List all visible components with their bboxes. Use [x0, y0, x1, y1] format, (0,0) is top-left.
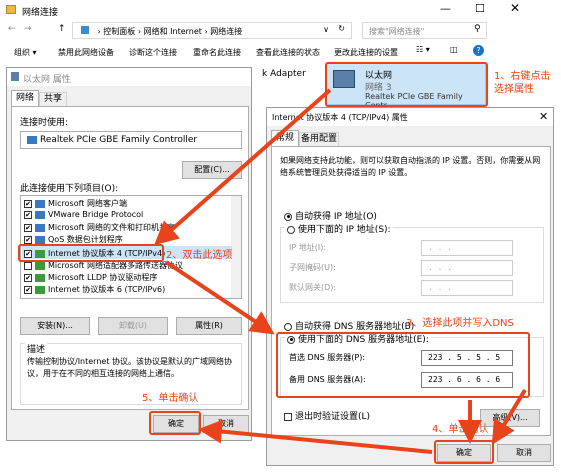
annotation-step1: 1、右键点击 选择属性	[494, 71, 551, 95]
arrow-step2	[164, 260, 275, 335]
annotation-step3: 3、选择此项并写入DNS	[406, 318, 514, 329]
arrow-step1	[154, 88, 332, 246]
annotation-step4: 4、单击确认	[432, 424, 489, 435]
arrow-step5	[198, 419, 433, 454]
annotation-step2: 2、双击此选项	[166, 250, 233, 261]
annotation-step5: 5、单击确认	[142, 393, 199, 404]
arrow-step4	[491, 388, 527, 445]
annotation-arrows	[154, 88, 527, 454]
